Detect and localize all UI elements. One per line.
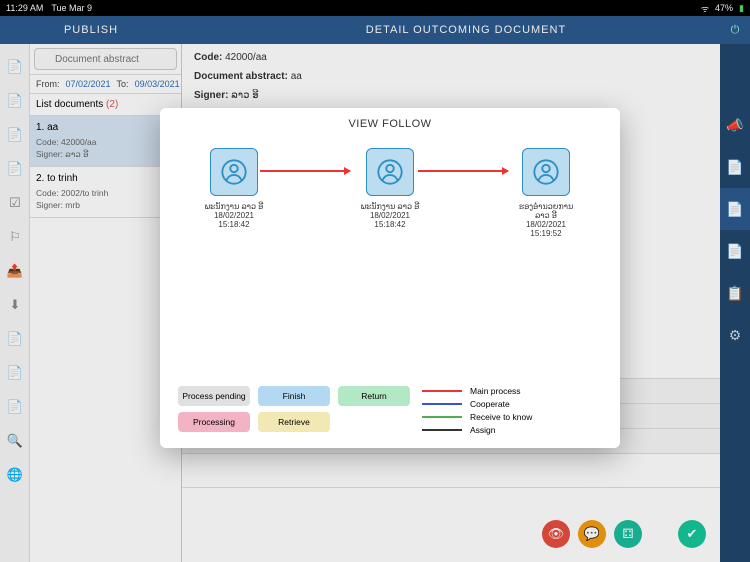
legend-processing[interactable]: Processing xyxy=(178,412,250,432)
modal-title: VIEW FOLLOW xyxy=(178,118,602,130)
flow-node[interactable]: ພະນັກງານ ລາວ ອີ 18/02/2021 15:18:42 xyxy=(340,148,440,229)
legend-process-pending[interactable]: Process pending xyxy=(178,386,250,406)
legend-return[interactable]: Return xyxy=(338,386,410,406)
user-icon xyxy=(522,148,570,196)
user-icon xyxy=(366,148,414,196)
view-follow-modal: VIEW FOLLOW ພະນັກງານ ລາວ ອີ 18/02/2021 1… xyxy=(160,108,620,448)
flow-node[interactable]: ພະນັກງານ ລາວ ອີ 18/02/2021 15:18:42 xyxy=(184,148,284,229)
user-icon xyxy=(210,148,258,196)
flow-node[interactable]: ຮອງອຳນວຍການ ລາວ ອີ 18/02/2021 15:19:52 xyxy=(496,148,596,238)
legend-lines: Main process Cooperate Receive to know A… xyxy=(422,386,602,438)
legend-retrieve[interactable]: Retrieve xyxy=(258,412,330,432)
flow-arrow-icon xyxy=(418,170,508,172)
flow-diagram: ພະນັກງານ ລາວ ອີ 18/02/2021 15:18:42 ພະນັ… xyxy=(178,148,602,238)
flow-arrow-icon xyxy=(260,170,350,172)
legend-finish[interactable]: Finish xyxy=(258,386,330,406)
